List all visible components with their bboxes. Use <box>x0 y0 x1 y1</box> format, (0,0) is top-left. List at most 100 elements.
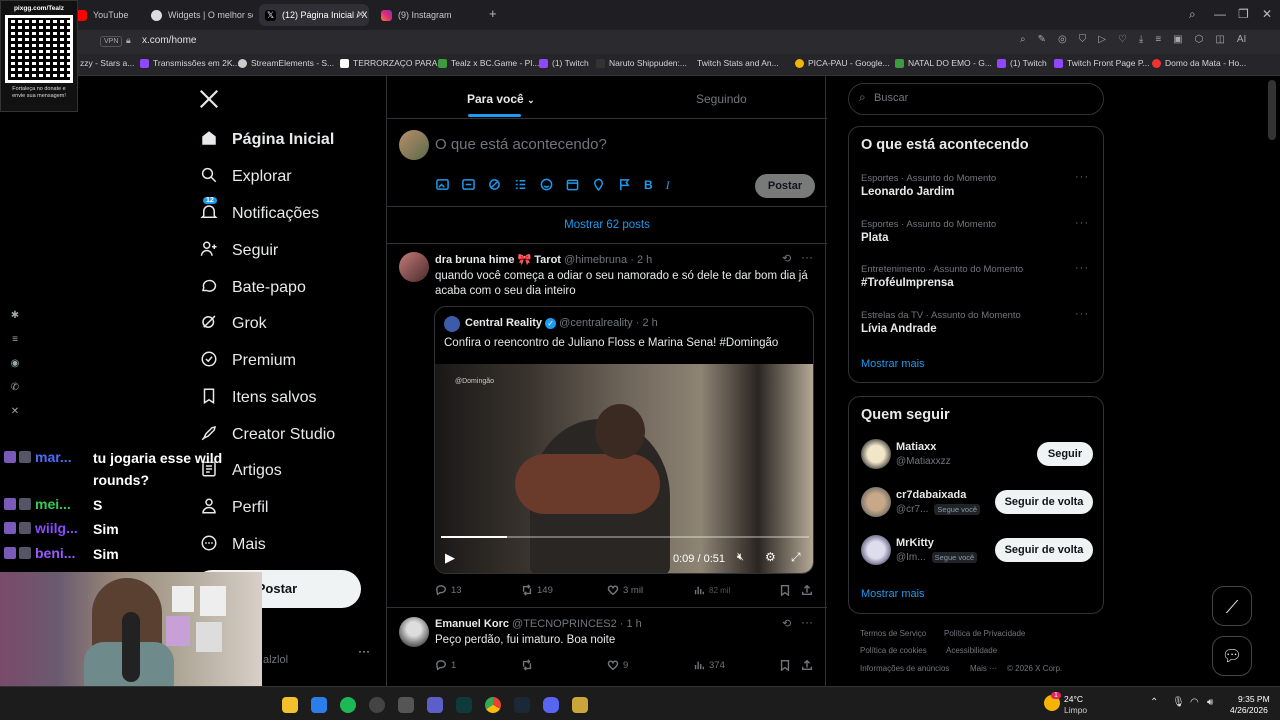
tab-for-you[interactable]: Para você ⌄ <box>467 92 535 106</box>
footer-link[interactable]: Mais ··· <box>970 664 997 673</box>
steam-icon[interactable] <box>514 697 530 713</box>
tab-following[interactable]: Seguindo <box>696 92 747 106</box>
gif-icon[interactable] <box>462 178 475 191</box>
spotify-icon[interactable] <box>340 697 356 713</box>
reply-button[interactable]: 13 <box>435 584 462 596</box>
tweet-time[interactable]: · 2 h <box>636 317 658 329</box>
tweet-time[interactable]: · 1 h <box>620 618 642 630</box>
volume-icon[interactable]: 🔊︎ <box>1207 697 1213 708</box>
url-field[interactable]: x.com/home <box>142 35 196 46</box>
share-button[interactable] <box>801 659 813 671</box>
menu-icon[interactable]: ≡ <box>1155 34 1161 45</box>
wifi-icon[interactable]: ◠ <box>1190 697 1199 708</box>
heart-icon[interactable]: ♡ <box>1118 34 1127 45</box>
edit-icon[interactable]: ✎ <box>1038 34 1046 45</box>
show-more-link[interactable]: Mostrar mais <box>861 588 925 600</box>
vpn-badge[interactable]: VPN <box>100 36 123 47</box>
grok-float-button[interactable]: ⟋ <box>1212 586 1252 626</box>
repost-button[interactable] <box>521 659 533 671</box>
tab-instagram[interactable]: (9) Instagram <box>375 4 483 26</box>
mute-icon[interactable]: 🔇︎ <box>737 551 744 564</box>
sidebar-item-notificações[interactable]: 12 Notificações <box>200 196 319 227</box>
bold-icon[interactable]: B <box>644 178 653 193</box>
tweet-time[interactable]: · 2 h <box>630 254 652 266</box>
search-tabs-icon[interactable]: ⌕ <box>1189 7 1196 22</box>
bookmark-button[interactable] <box>779 659 791 671</box>
bookmark-item[interactable]: PICA-PAU - Google... <box>795 58 890 68</box>
follow-back-button[interactable]: Seguir de volta <box>995 490 1093 514</box>
zoom-icon[interactable]: ⌕ <box>1020 34 1026 45</box>
restore-icon[interactable]: ❐ <box>1238 7 1249 21</box>
tab-widgets[interactable]: Widgets | O melhor soft <box>145 4 253 26</box>
bookmark-item[interactable]: Naruto Shippuden:... <box>596 58 687 68</box>
settings-icon[interactable]: ⚙ <box>765 550 776 564</box>
chrome-icon[interactable] <box>485 697 501 713</box>
bookmark-item[interactable]: NATAL DO EMO - G... <box>895 58 992 68</box>
emoji-icon[interactable] <box>540 178 553 191</box>
flag-icon[interactable] <box>618 178 631 191</box>
account-name[interactable]: cr7dabaixada <box>896 489 966 501</box>
bookmark-item[interactable]: (1) Twitch <box>997 58 1047 68</box>
bookmark-item[interactable]: Transmissões em 2K... <box>140 58 240 68</box>
bookmark-item[interactable]: Twitch Stats and An... <box>697 58 779 68</box>
composer-input[interactable]: O que está acontecendo? <box>435 136 607 153</box>
more-icon[interactable]: ··· <box>1075 308 1089 320</box>
author-handle[interactable]: @centralreality <box>559 317 633 329</box>
obs-icon[interactable] <box>369 697 385 713</box>
search-input[interactable]: ⌕ Buscar <box>848 83 1104 115</box>
sidebar-item-página-inicial[interactable]: Página Inicial <box>200 127 334 153</box>
media-icon[interactable] <box>436 178 449 191</box>
bookmark-item[interactable]: Tealz x BC.Game - Pl... <box>438 58 539 68</box>
outlook-icon[interactable] <box>311 697 327 713</box>
poll-icon[interactable] <box>514 178 527 191</box>
author-handle[interactable]: @himebruna <box>564 254 627 266</box>
ai-icon[interactable]: AI <box>1237 34 1246 45</box>
tweet[interactable]: dra bruna hime 🎀 Tarot @himebruna · 2 h … <box>387 244 827 608</box>
clock-date[interactable]: 4/26/2026 <box>1230 705 1268 715</box>
app-icon[interactable] <box>572 697 588 713</box>
footer-link[interactable]: Termos de Serviço <box>860 629 926 638</box>
more-icon[interactable]: ··· <box>1075 217 1089 229</box>
bookmark-item[interactable]: Domo da Mata - Ho... <box>1152 58 1246 68</box>
tab-x-home[interactable]: 𝕏 (12) Página Inicial / X <box>259 4 369 26</box>
author-name[interactable]: dra bruna hime 🎀 Tarot <box>435 254 561 266</box>
account-name[interactable]: MrKitty <box>896 537 934 549</box>
follow-back-button[interactable]: Seguir de volta <box>995 538 1093 562</box>
author-handle[interactable]: @TECNOPRINCES2 <box>512 618 617 630</box>
italic-icon[interactable]: I <box>666 178 670 193</box>
sidebar-item-explorar[interactable]: Explorar <box>200 164 292 190</box>
bookmark-item[interactable]: StreamElements - S... <box>238 58 334 68</box>
like-button[interactable]: 3 mil <box>607 584 643 596</box>
location-icon[interactable] <box>592 178 605 191</box>
more-icon[interactable]: ··· <box>801 615 813 629</box>
x-logo-icon[interactable] <box>198 88 220 110</box>
trend-name[interactable]: Plata <box>861 232 889 244</box>
like-button[interactable]: 9 <box>607 659 628 671</box>
avatar[interactable] <box>861 439 891 469</box>
avatar[interactable] <box>861 535 891 565</box>
download-icon[interactable]: ⤓ <box>1139 34 1143 45</box>
sidebar-item-grok[interactable]: Grok <box>200 311 267 337</box>
footer-link[interactable]: Acessibilidade <box>946 646 997 655</box>
account-more-icon[interactable]: ··· <box>358 644 370 658</box>
play-icon[interactable]: ▶ <box>445 550 455 566</box>
show-more-link[interactable]: Mostrar mais <box>861 358 925 370</box>
repost-button[interactable]: 149 <box>521 584 553 596</box>
messages-float-button[interactable]: 💬︎ <box>1212 636 1252 676</box>
footer-link[interactable]: Informações de anúncios <box>860 664 949 673</box>
chevron-up-icon[interactable]: ⌃ <box>1150 697 1158 708</box>
scrollbar[interactable] <box>1268 80 1276 140</box>
bookmark-item[interactable]: TERRORZAÇO PARA... <box>340 58 444 68</box>
sidebar-item-premium[interactable]: Premium <box>200 348 296 374</box>
footer-link[interactable]: Política de cookies <box>860 646 927 655</box>
bookmark-item[interactable]: zzy - Stars a... <box>80 58 134 68</box>
show-new-posts-button[interactable]: Mostrar 62 posts <box>387 207 827 243</box>
app-icon[interactable] <box>398 697 414 713</box>
grok-icon[interactable]: ⟲ <box>782 617 791 630</box>
bookmark-item[interactable]: Twitch Front Page P... <box>1054 58 1150 68</box>
avatar[interactable] <box>399 130 429 160</box>
sidebar-icon[interactable]: ◫ <box>1215 34 1224 45</box>
extension-icon[interactable]: ⬡ <box>1195 34 1204 45</box>
account-handle[interactable]: alzlol <box>263 654 288 666</box>
more-icon[interactable]: ··· <box>801 250 813 264</box>
